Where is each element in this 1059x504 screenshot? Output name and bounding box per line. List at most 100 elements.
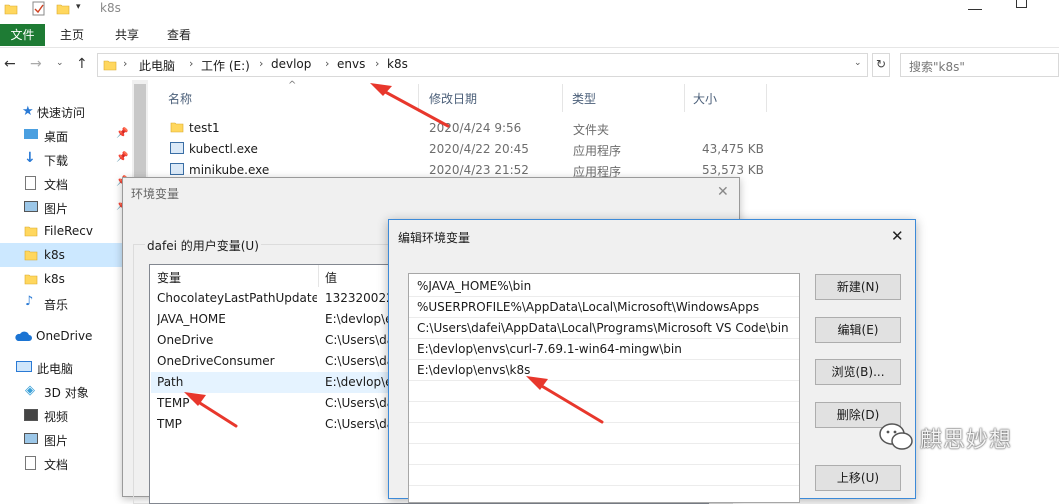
column-header-variable[interactable]: 变量 — [157, 269, 181, 286]
close-icon[interactable]: ✕ — [717, 184, 729, 200]
new-button[interactable]: 新建(N) — [815, 274, 901, 300]
breadcrumb-drive-e[interactable]: 工作 (E:) — [201, 57, 250, 74]
tab-view[interactable]: 查看 — [159, 24, 199, 46]
folder-icon — [24, 224, 38, 238]
ribbon-tabs: 文件 主页 共享 查看 — [0, 22, 1059, 48]
minimize-icon[interactable] — [968, 0, 982, 10]
sidebar-item-label: 快速访问 — [37, 106, 86, 120]
sidebar-item-k8s-selected[interactable]: k8s — [0, 243, 136, 267]
column-divider[interactable] — [418, 84, 419, 112]
column-header-name[interactable]: 名称 — [168, 90, 192, 107]
sidebar-item-label: 图片 — [44, 434, 69, 448]
list-item[interactable]: C:\Users\dafei\AppData\Local\Programs\Mi… — [409, 318, 799, 339]
breadcrumb-k8s[interactable]: k8s — [387, 57, 408, 71]
file-date: 2020/4/23 21:52 — [429, 163, 529, 177]
list-item[interactable]: E:\devlop\envs\curl-7.69.1-win64-mingw\b… — [409, 339, 799, 360]
path-entry: %JAVA_HOME%\bin — [417, 279, 532, 293]
chevron-right-icon: › — [375, 57, 380, 70]
chevron-right-icon: › — [259, 57, 264, 70]
sidebar-item-videos[interactable]: 视频 — [0, 403, 136, 427]
browse-button[interactable]: 浏览(B)... — [815, 359, 901, 385]
title-bar: ▾ k8s — [0, 0, 1059, 20]
column-header-value[interactable]: 值 — [325, 269, 337, 286]
sidebar-item-label: 视频 — [44, 410, 69, 424]
search-input[interactable]: 搜索"k8s" — [900, 53, 1059, 77]
sidebar-item-filerecv[interactable]: FileRecv — [0, 219, 136, 243]
list-item-empty[interactable] — [409, 381, 799, 402]
column-header-date[interactable]: 修改日期 — [429, 90, 477, 107]
list-item[interactable]: E:\devlop\envs\k8s — [409, 360, 799, 381]
sidebar-item-label: k8s — [44, 272, 65, 286]
recent-locations-icon[interactable]: ⌄ — [56, 58, 64, 68]
sidebar-item-pictures[interactable]: 图片 📌 — [0, 195, 136, 219]
tab-share[interactable]: 共享 — [107, 24, 147, 46]
sidebar-item-desktop[interactable]: 桌面 📌 — [0, 123, 136, 147]
navigation-pane: ★ 快速访问 桌面 📌 ↓ 下载 📌 文档 📌 图片 📌 FileRecv k8… — [0, 96, 136, 484]
properties-icon[interactable] — [32, 1, 46, 17]
chevron-right-icon: › — [325, 57, 330, 70]
sidebar-item-label: OneDrive — [36, 329, 93, 343]
sidebar-item-documents[interactable]: 文档 📌 — [0, 171, 136, 195]
sidebar-item-onedrive[interactable]: OneDrive — [0, 324, 136, 348]
sidebar-item-3d-objects[interactable]: ◈ 3D 对象 — [0, 379, 136, 403]
sidebar-item-quick-access[interactable]: ★ 快速访问 — [0, 99, 136, 123]
list-item-empty[interactable] — [409, 423, 799, 444]
sidebar-item-this-pc[interactable]: 此电脑 — [0, 355, 136, 379]
move-up-button[interactable]: 上移(U) — [815, 465, 901, 491]
list-item[interactable]: %JAVA_HOME%\bin — [409, 276, 799, 297]
sidebar-item-music[interactable]: ♪ 音乐 — [0, 291, 136, 315]
column-header-size[interactable]: 大小 — [693, 90, 717, 107]
file-row[interactable]: kubectl.exe 2020/4/22 20:45 应用程序 43,475 … — [150, 139, 770, 160]
folder-icon — [4, 2, 18, 16]
up-icon[interactable]: ↑ — [76, 56, 88, 72]
close-icon[interactable]: ✕ — [891, 227, 904, 245]
var-name: OneDrive — [157, 333, 214, 347]
refresh-icon[interactable]: ↻ — [872, 53, 890, 77]
breadcrumb-devlop[interactable]: devlop — [271, 57, 311, 71]
sidebar-item-label: 下载 — [44, 154, 69, 168]
chevron-down-icon[interactable]: ⌄ — [854, 58, 862, 68]
list-item[interactable]: %USERPROFILE%\AppData\Local\Microsoft\Wi… — [409, 297, 799, 318]
var-name: TMP — [157, 417, 182, 431]
breadcrumb-envs[interactable]: envs — [337, 57, 365, 71]
computer-icon — [16, 361, 32, 372]
maximize-icon[interactable] — [1016, 0, 1027, 8]
desktop-icon — [24, 129, 38, 139]
file-name: minikube.exe — [189, 163, 270, 177]
column-divider[interactable] — [318, 265, 319, 287]
tab-home[interactable]: 主页 — [52, 24, 92, 46]
music-icon: ♪ — [25, 294, 34, 309]
file-row[interactable]: test1 2020/4/24 9:56 文件夹 — [150, 118, 770, 139]
file-type: 文件夹 — [573, 123, 610, 137]
list-item-empty[interactable] — [409, 465, 799, 486]
address-bar[interactable]: › 此电脑 › 工作 (E:) › devlop › envs › k8s ⌄ — [97, 53, 868, 77]
column-header-type[interactable]: 类型 — [572, 90, 596, 107]
var-value: E:\devlop\env — [325, 312, 395, 326]
quick-access-dropdown-icon[interactable]: ▾ — [76, 2, 81, 12]
back-icon[interactable]: ← — [4, 56, 16, 72]
path-entry: E:\devlop\envs\k8s — [417, 363, 531, 377]
folder-icon — [24, 272, 38, 286]
new-folder-icon[interactable] — [56, 2, 70, 16]
tab-file[interactable]: 文件 — [0, 24, 45, 46]
var-name: Path — [157, 375, 184, 389]
column-divider[interactable] — [684, 84, 685, 112]
edit-button[interactable]: 编辑(E) — [815, 317, 901, 343]
var-name: JAVA_HOME — [157, 312, 226, 326]
sidebar-item-downloads[interactable]: ↓ 下载 📌 — [0, 147, 136, 171]
list-item-empty[interactable] — [409, 402, 799, 423]
sidebar-item-documents-pc[interactable]: 文档 — [0, 451, 136, 475]
sidebar-item-pictures-pc[interactable]: 图片 — [0, 427, 136, 451]
sidebar-item-k8s[interactable]: k8s — [0, 267, 136, 291]
column-divider[interactable] — [562, 84, 563, 112]
breadcrumb-this-pc[interactable]: 此电脑 — [139, 57, 175, 74]
var-value: E:\devlop\env — [325, 375, 395, 389]
path-entries-list: %JAVA_HOME%\bin %USERPROFILE%\AppData\Lo… — [408, 273, 800, 503]
var-name: TEMP — [157, 396, 190, 410]
file-date: 2020/4/22 20:45 — [429, 142, 529, 156]
column-divider[interactable] — [766, 84, 767, 112]
document-icon — [25, 456, 36, 470]
forward-icon[interactable]: → — [30, 56, 42, 72]
list-item-empty[interactable] — [409, 444, 799, 465]
dialog-title: 编辑环境变量 — [398, 231, 471, 245]
